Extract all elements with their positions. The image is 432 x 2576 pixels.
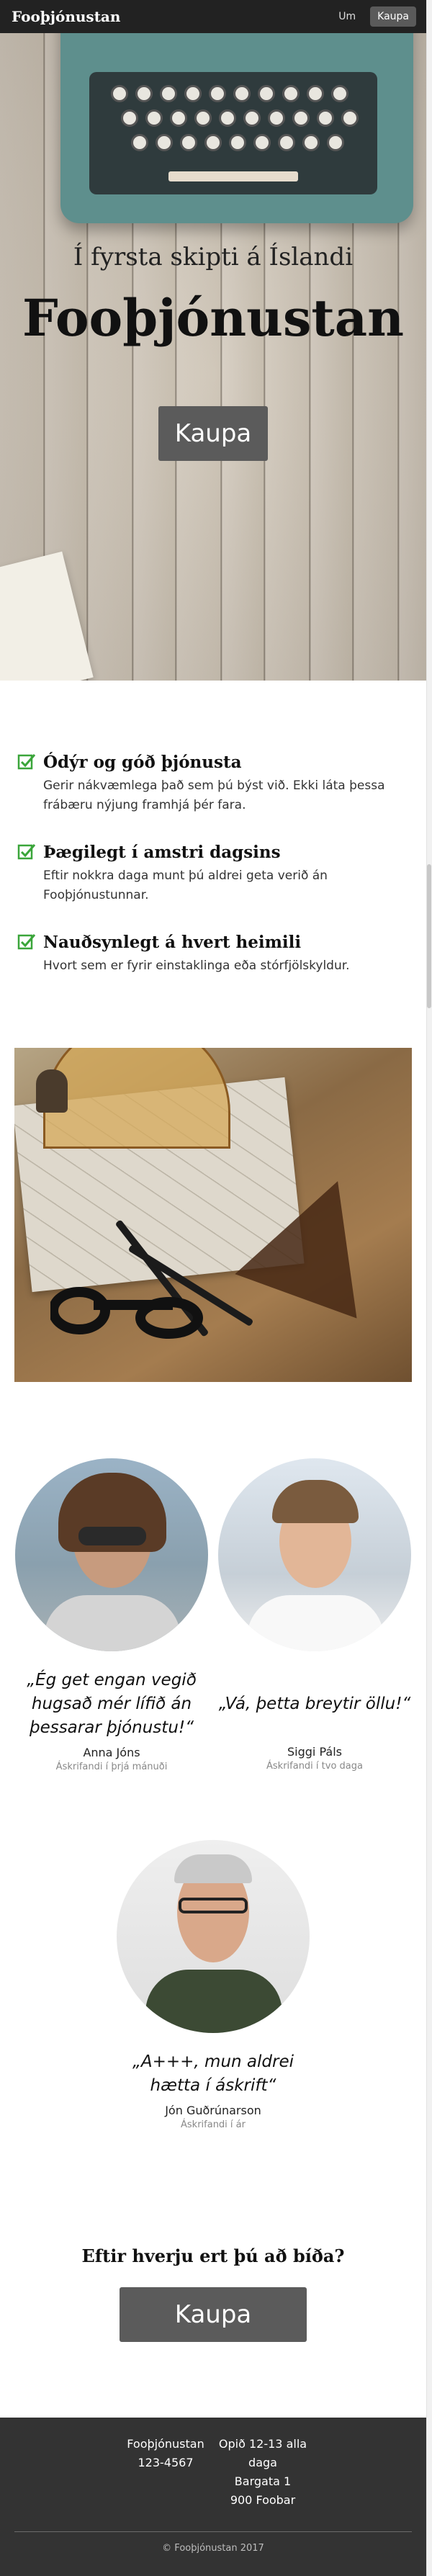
testimonial-quote: „Ég get engan vegið hugsað mér lífið án … — [27, 1671, 197, 1737]
nav-link-um[interactable]: Um — [331, 6, 363, 27]
sunglasses — [78, 1527, 146, 1545]
typewriter-key — [121, 109, 138, 127]
typewriter-key — [243, 109, 261, 127]
typewriter-key — [160, 85, 177, 102]
avatar — [117, 1840, 310, 2033]
scrollbar-thumb[interactable] — [427, 864, 431, 1008]
footer-phone: 123-4567 — [138, 2456, 194, 2469]
check-icon — [17, 934, 36, 950]
typewriter-key-row — [121, 109, 359, 127]
typewriter-key — [204, 134, 222, 151]
testimonial-card: „Vá, þetta breytir öllu!“ Siggi Páls Ásk… — [217, 1458, 412, 1772]
typewriter-key — [292, 109, 310, 127]
typewriter-key — [229, 134, 246, 151]
avatar — [218, 1458, 411, 1651]
testimonial-card: „A+++, mun aldrei hætta í áskrift“ Jón G… — [108, 1840, 318, 2130]
testimonial-quote: „Vá, þetta breytir öllu!“ — [218, 1695, 411, 1713]
protractor-image-part — [43, 1048, 230, 1149]
typewriter-key — [341, 109, 359, 127]
testimonial-role: Áskrifandi í þrjá mánuði — [55, 1762, 168, 1772]
testimonial-name: Anna Jóns — [83, 1746, 140, 1759]
avatar-body — [247, 1595, 384, 1651]
typewriter-key — [327, 134, 344, 151]
footer: Fooþjónustan 123-4567 Opið 12-13 alla da… — [0, 2418, 426, 2576]
typewriter-key — [131, 134, 148, 151]
hero-section: Í fyrsta skipti á Íslandi Fooþjónustan K… — [0, 0, 426, 681]
typewriter-key — [219, 109, 236, 127]
avatar-hair — [174, 1854, 252, 1883]
typewriter-key — [307, 85, 324, 102]
typewriter-key — [156, 134, 173, 151]
avatar-body — [145, 1970, 282, 2033]
testimonial-name: Jón Guðrúnarson — [165, 2104, 261, 2117]
features-section: Ódýr og góð þjónusta Gerir nákvæmlega þa… — [14, 753, 412, 1003]
check-icon — [17, 844, 36, 860]
testimonial-quote: „A+++, mun aldrei hætta í áskrift“ — [132, 2052, 294, 2095]
footer-address: Opið 12-13 alla daga Bargata 1 900 Fooba… — [216, 2435, 310, 2510]
typewriter-key — [111, 85, 128, 102]
cta-buy-button[interactable]: Kaupa — [120, 2287, 307, 2342]
testimonial-card: „Ég get engan vegið hugsað mér lífið án … — [14, 1458, 209, 1772]
typewriter-key — [278, 134, 295, 151]
footer-hours: Opið 12-13 alla daga — [218, 2437, 307, 2469]
page-scrollbar[interactable] — [426, 0, 432, 2576]
cta-heading: Eftir hverju ert þú að bíða? — [81, 2245, 345, 2266]
footer-divider — [14, 2531, 412, 2532]
typewriter-key — [253, 134, 271, 151]
footer-street: Bargata 1 — [234, 2474, 292, 2488]
feature-item: Nauðsynlegt á hvert heimili Hvort sem er… — [14, 933, 412, 976]
typewriter-key — [317, 109, 334, 127]
typewriter-spacebar — [168, 171, 298, 181]
feature-title: Ódýr og góð þjónusta — [43, 753, 242, 772]
footer-postal: 900 Foobar — [230, 2493, 296, 2507]
typewriter-image — [60, 0, 413, 223]
testimonial-role: Áskrifandi í tvo daga — [266, 1761, 363, 1772]
typewriter-key-row — [131, 134, 344, 151]
footer-company: Fooþjónustan — [127, 2437, 204, 2451]
nav-link-kaupa[interactable]: Kaupa — [370, 6, 416, 27]
typewriter-key — [170, 109, 187, 127]
brand-logo[interactable]: Fooþjónustan — [12, 8, 120, 25]
feature-item: Ódýr og góð þjónusta Gerir nákvæmlega þa… — [14, 753, 412, 815]
typewriter-key — [184, 85, 202, 102]
hero-subtitle: Í fyrsta skipti á Íslandi — [73, 243, 354, 271]
glasses — [179, 1898, 248, 1913]
typewriter-key-row — [111, 85, 348, 102]
feature-text: Eftir nokkra daga munt þú aldrei geta ve… — [43, 869, 328, 902]
typewriter-key — [209, 85, 226, 102]
hero-title: Fooþjónustan — [22, 288, 404, 348]
typewriter-key — [145, 109, 163, 127]
typewriter-key — [268, 109, 285, 127]
feature-title: Nauðsynlegt á hvert heimili — [43, 933, 302, 952]
navbar: Fooþjónustan Um Kaupa — [0, 0, 426, 33]
avatar — [15, 1458, 208, 1651]
typewriter-key — [331, 85, 348, 102]
testimonial-name: Siggi Páls — [287, 1745, 342, 1759]
testimonial-role: Áskrifandi í ár — [181, 2119, 246, 2130]
typewriter-keyboard — [89, 72, 377, 194]
avatar-body — [44, 1595, 181, 1651]
footer-contact: Fooþjónustan 123-4567 — [115, 2435, 216, 2472]
typewriter-key — [258, 85, 275, 102]
check-icon — [17, 754, 36, 770]
typewriter-key — [180, 134, 197, 151]
feature-text: Hvort sem er fyrir einstaklinga eða stór… — [43, 959, 350, 973]
paper-sheet-image — [0, 551, 94, 681]
footer-copyright: © Fooþjónustan 2017 — [162, 2543, 264, 2554]
drafting-tools-image — [14, 1048, 412, 1382]
bell-image-part — [36, 1069, 68, 1113]
nav-links: Um Kaupa — [331, 6, 416, 27]
typewriter-key — [233, 85, 251, 102]
feature-title: Þægilegt í amstri dagsins — [43, 843, 281, 862]
feature-item: Þægilegt í amstri dagsins Eftir nokkra d… — [14, 843, 412, 905]
typewriter-key — [135, 85, 153, 102]
feature-text: Gerir nákvæmlega það sem þú býst við. Ek… — [43, 778, 385, 812]
hero-buy-button[interactable]: Kaupa — [158, 406, 268, 461]
typewriter-key — [302, 134, 320, 151]
typewriter-key — [282, 85, 300, 102]
typewriter-key — [194, 109, 212, 127]
avatar-hair — [272, 1480, 359, 1523]
scissors-image-part — [50, 1287, 203, 1339]
